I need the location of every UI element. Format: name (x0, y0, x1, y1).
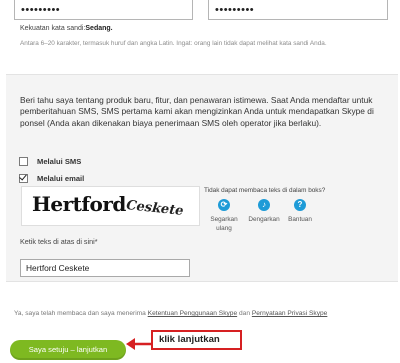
email-option[interactable]: Melalui email (19, 172, 84, 184)
password-strength: Kekuatan kata sandi:Sedang. (20, 25, 113, 32)
privacy-statement-link[interactable]: Pernyataan Privasi Skype (252, 310, 328, 317)
captcha-refresh-button[interactable]: ⟳ Segarkan ulang (202, 199, 246, 233)
password-strength-label: Kekuatan kata sandi: (20, 25, 86, 32)
sms-label: Melalui SMS (37, 156, 82, 166)
email-checkbox[interactable] (19, 173, 28, 183)
terms-text: Ya, saya telah membaca dan saya menerima… (14, 310, 327, 317)
help-icon: ? (294, 199, 306, 211)
captcha-image: Hertford Ceskete (21, 186, 200, 226)
email-label: Melalui email (37, 173, 85, 183)
agree-continue-button[interactable]: Saya setuju – lanjutkan (10, 340, 126, 360)
speaker-icon: ♪ (258, 199, 270, 211)
annotation-callout: klik lanjutkan (151, 330, 242, 350)
captcha-help-button[interactable]: ? Bantuan (278, 199, 322, 224)
terms-prefix: Ya, saya telah membaca dan saya menerima (14, 310, 146, 317)
captcha-input[interactable]: Hertford Ceskete (20, 259, 190, 277)
confirm-password-field[interactable]: ••••••••• (208, 0, 388, 20)
captcha-cant-read: Tidak dapat membaca teks di dalam boks? (204, 187, 326, 194)
annotation-arrow-icon (126, 338, 153, 350)
captcha-word-2: Ceskete (123, 198, 186, 219)
preferences-section: Beri tahu saya tentang produk baru, fitu… (6, 74, 398, 282)
captcha-input-label: Ketik teks di atas di sini* (20, 237, 98, 246)
captcha-help-label: Bantuan (288, 216, 312, 223)
sms-option[interactable]: Melalui SMS (19, 155, 81, 167)
captcha-word-1: Hertford (32, 192, 126, 216)
password-hint: Antara 6–20 karakter, termasuk huruf dan… (20, 40, 327, 47)
password-strength-value: Sedang. (85, 25, 113, 32)
sms-checkbox[interactable] (19, 156, 28, 166)
terms-of-use-link[interactable]: Ketentuan Penggunaan Skype (148, 310, 237, 317)
password-field[interactable]: ••••••••• (14, 0, 193, 20)
captcha-refresh-label: Segarkan ulang (210, 216, 238, 232)
marketing-offer-text: Beri tahu saya tentang produk baru, fitu… (20, 95, 374, 128)
refresh-icon: ⟳ (218, 199, 230, 211)
terms-and: dan (238, 310, 250, 317)
